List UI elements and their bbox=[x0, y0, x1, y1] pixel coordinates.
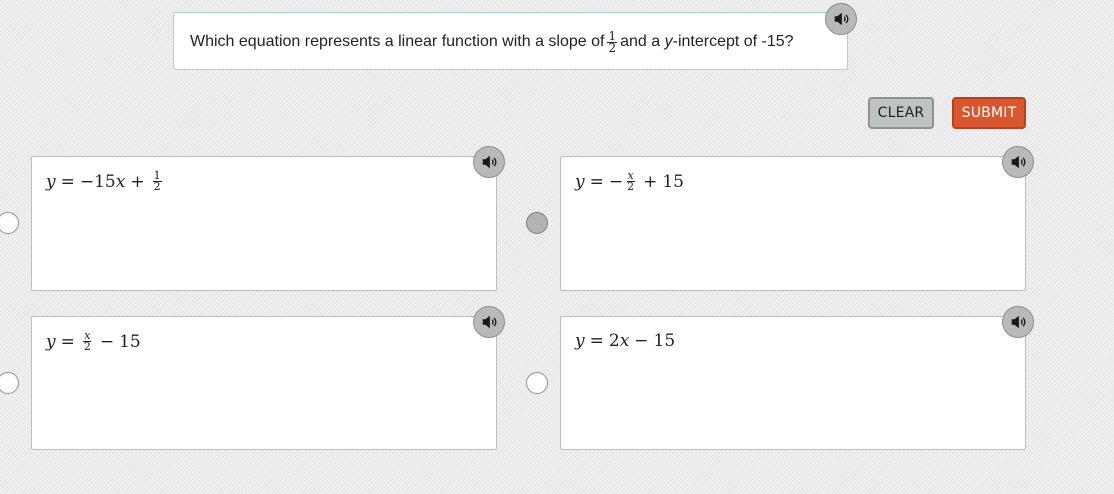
question-var-y: y bbox=[664, 33, 673, 50]
option-d-card[interactable]: y = 2 x − 15 bbox=[560, 316, 1026, 450]
question-text-and: and a bbox=[620, 33, 661, 50]
eq-constant: 15 bbox=[119, 331, 141, 352]
eq-lhs: y bbox=[46, 171, 56, 192]
eq-constant: 15 bbox=[653, 331, 676, 351]
eq-coefficient: −15 bbox=[79, 171, 116, 192]
eq-lhs: y bbox=[575, 171, 585, 192]
eq-frac-denominator: 2 bbox=[627, 180, 635, 193]
option-d-equation: y = 2 x − 15 bbox=[575, 331, 675, 351]
eq-fraction: x 2 bbox=[83, 330, 92, 353]
eq-fraction: 1 2 bbox=[152, 170, 162, 193]
clear-button[interactable]: CLEAR bbox=[868, 97, 934, 129]
option-c-radio[interactable] bbox=[0, 372, 19, 394]
speaker-icon bbox=[834, 12, 849, 26]
option-d-audio-button[interactable] bbox=[1002, 306, 1034, 338]
option-a-radio[interactable] bbox=[0, 212, 19, 234]
option-b-equation: y = − x 2 + 15 bbox=[575, 170, 684, 193]
speaker-icon bbox=[482, 315, 497, 329]
option-b-audio-button[interactable] bbox=[1002, 146, 1034, 178]
question-audio-button[interactable] bbox=[825, 3, 857, 35]
eq-constant: 15 bbox=[662, 171, 684, 192]
question-text-after: -intercept of -15? bbox=[672, 33, 794, 50]
eq-lhs: y bbox=[575, 331, 585, 351]
eq-operator: + bbox=[643, 171, 658, 192]
speaker-icon bbox=[1011, 155, 1026, 169]
option-c-card[interactable]: y = x 2 − 15 bbox=[31, 316, 497, 450]
slope-fraction: 1 2 bbox=[607, 30, 618, 55]
eq-var: x bbox=[619, 331, 630, 351]
eq-operator: − bbox=[99, 331, 115, 352]
eq-coefficient: 2 bbox=[608, 331, 620, 351]
eq-equals: = bbox=[60, 171, 75, 192]
question-box: Which equation represents a linear funct… bbox=[173, 12, 848, 70]
eq-fraction: x 2 bbox=[626, 170, 635, 193]
question-text-before: Which equation represents a linear funct… bbox=[190, 33, 605, 50]
speaker-icon bbox=[482, 155, 497, 169]
speaker-icon bbox=[1011, 315, 1026, 329]
eq-operator: + bbox=[130, 171, 145, 192]
option-b-card[interactable]: y = − x 2 + 15 bbox=[560, 156, 1026, 291]
eq-equals: = bbox=[589, 171, 604, 192]
eq-var: x bbox=[115, 171, 126, 192]
option-a-equation: y = −15 x + 1 2 bbox=[46, 170, 165, 193]
eq-frac-denominator: 2 bbox=[153, 180, 161, 193]
submit-button[interactable]: SUBMIT bbox=[952, 97, 1026, 129]
eq-equals: = bbox=[60, 331, 75, 352]
eq-operator: − bbox=[634, 331, 649, 351]
eq-sign: − bbox=[608, 171, 624, 192]
option-c-audio-button[interactable] bbox=[473, 306, 505, 338]
eq-equals: = bbox=[589, 331, 604, 351]
eq-frac-denominator: 2 bbox=[83, 340, 91, 353]
option-d-radio[interactable] bbox=[526, 372, 548, 394]
eq-lhs: y bbox=[46, 331, 56, 352]
slope-denominator: 2 bbox=[608, 40, 617, 55]
option-a-audio-button[interactable] bbox=[473, 146, 505, 178]
question-text: Which equation represents a linear funct… bbox=[190, 13, 794, 71]
option-c-equation: y = x 2 − 15 bbox=[46, 330, 141, 353]
option-b-radio[interactable] bbox=[526, 212, 548, 234]
option-a-card[interactable]: y = −15 x + 1 2 bbox=[31, 156, 497, 291]
